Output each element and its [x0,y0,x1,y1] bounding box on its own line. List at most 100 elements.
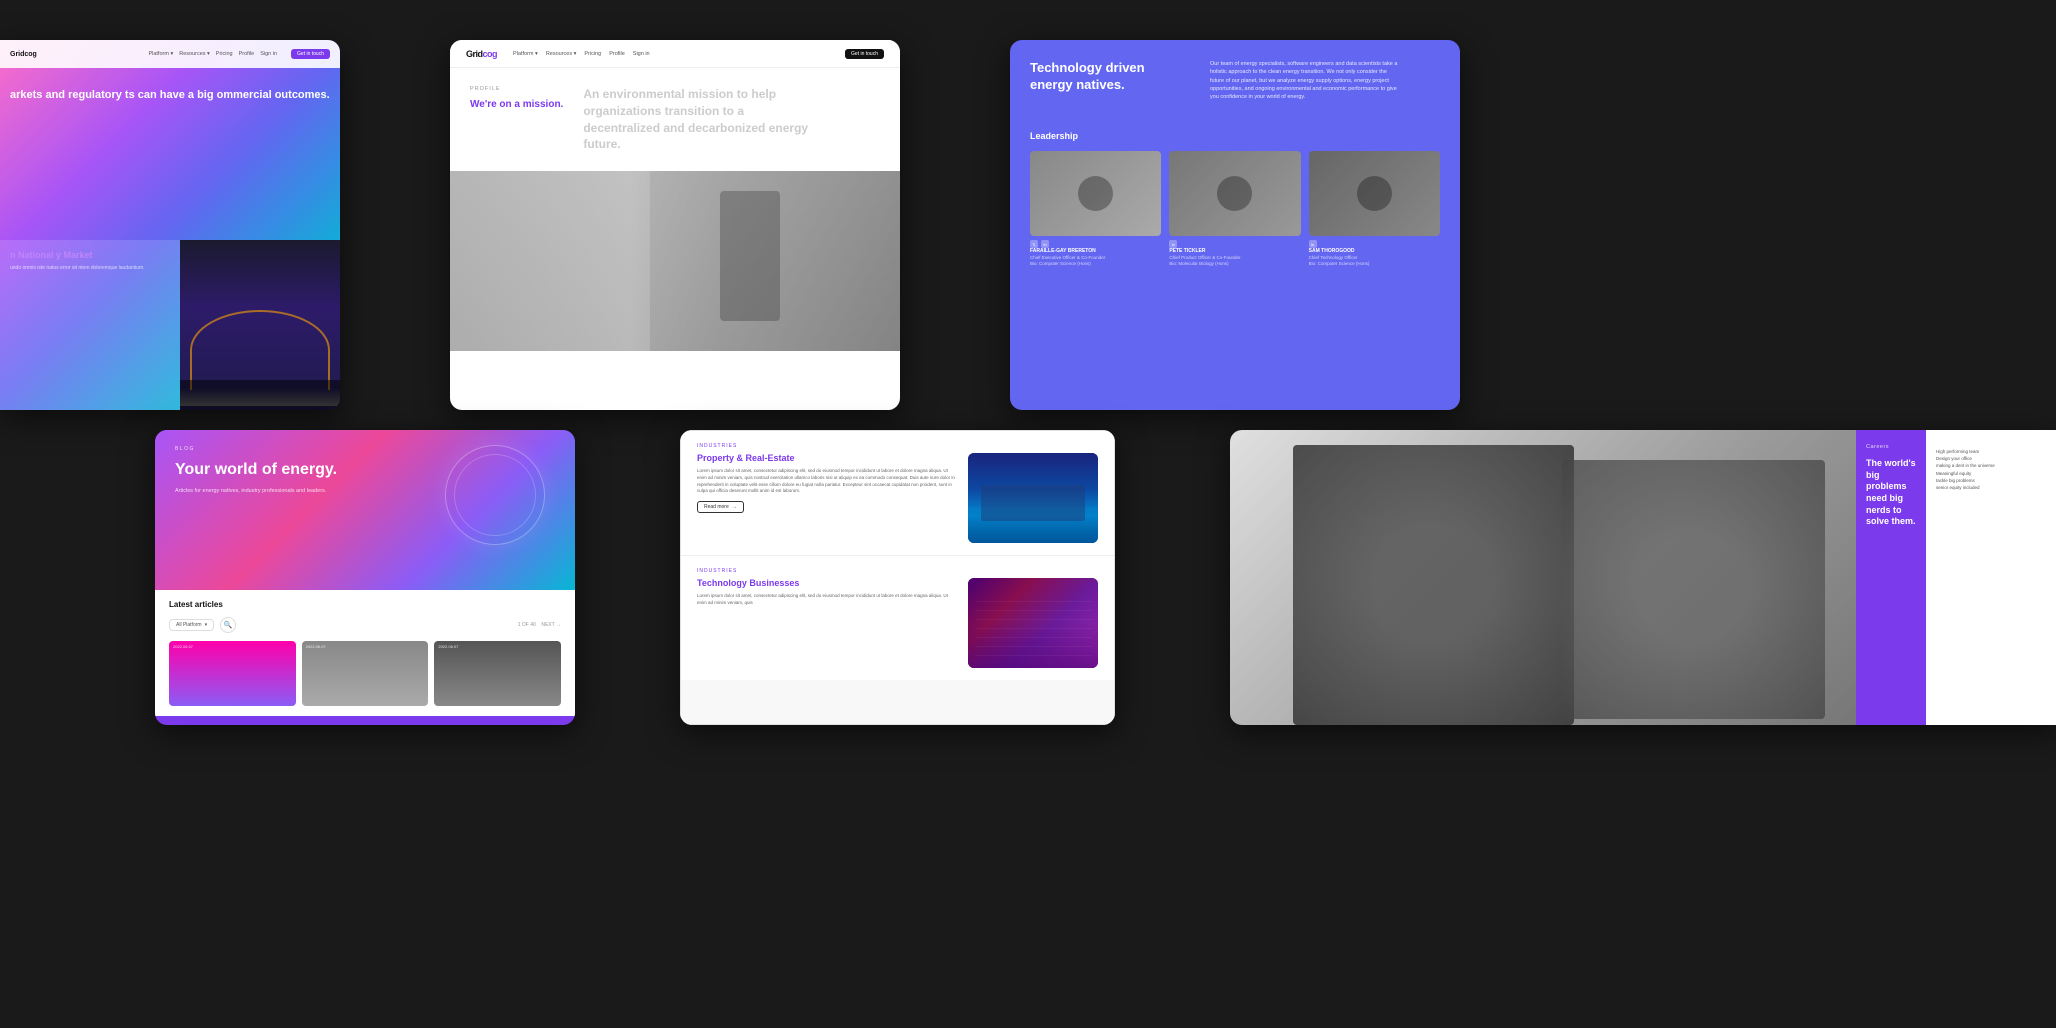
logo-2: Gridcog [466,49,497,59]
industry-label-1: INDUSTRIES [697,443,1098,449]
s2-nav-resources[interactable]: Resources ▾ [546,51,577,57]
nav-right-2: Get in touch [845,49,884,59]
article-card-2[interactable]: 2022.06.07 [302,641,429,706]
card-title-1: n National y Market [10,250,170,261]
industry-image-1 [968,453,1098,543]
screen3-headline: Technology driven energy natives. [1030,60,1190,94]
blog-subtitle: Articles for energy natives, industry pr… [175,487,365,495]
screen-bottom-left: BLOG Your world of energy. Articles for … [155,430,575,725]
article-date-2: 2022.06.07 [306,644,326,649]
careers-headline: The world's big problems need big nerds … [1866,458,1916,528]
pagination: 1 OF 40 NEXT → [518,622,561,628]
person-photo-left [1293,445,1575,725]
careers-list: High performing team Design your office … [1926,430,2056,725]
s2-nav-profile[interactable]: Profile [609,51,625,57]
nav-profile[interactable]: Profile [239,51,255,57]
twitter-icon-1[interactable]: 𝕏 [1030,240,1038,248]
linkedin-icon-2[interactable]: in [1169,240,1177,248]
linkedin-icon-3[interactable]: in [1309,240,1317,248]
filter-label: All Platform [176,622,202,628]
cta-button-1[interactable]: Get in touch [291,49,330,59]
s2-nav-pricing[interactable]: Pricing [584,51,601,57]
industry-section-2: INDUSTRIES Technology Businesses Lorem i… [681,556,1114,680]
industry-text-1: Property & Real-Estate Lorem ipsum dolor… [697,453,956,513]
headline-1: arkets and regulatory ts can have a big … [10,88,330,102]
team-member-1: 𝕏 in FARAILLE-GAY BRERETON Chief Executi… [1030,151,1161,266]
filter-dropdown[interactable]: All Platform ▾ [169,619,214,631]
bridge-image [180,240,340,410]
articles-title: Latest articles [169,600,561,609]
team-member-3: in SAM THOROGOOD Chief Technology Office… [1309,151,1440,266]
read-more-1[interactable]: Read more → [697,501,744,513]
screen-top-right: Technology driven energy natives. Our te… [1010,40,1460,410]
article-card-1[interactable]: 2022.06.07 [169,641,296,706]
articles-section: Latest articles All Platform ▾ 🔍 1 OF 40… [155,590,575,716]
industry-image-2 [968,578,1098,668]
nav-signin[interactable]: Sign in [260,51,277,57]
industry-row-1: Property & Real-Estate Lorem ipsum dolor… [697,453,1098,543]
filter-row: All Platform ▾ 🔍 1 OF 40 NEXT → [169,617,561,633]
nav-pricing[interactable]: Pricing [216,51,233,57]
careers-label: Careers [1866,444,1916,450]
decorative-orb [445,445,545,545]
social-links-1: 𝕏 in [1030,240,1161,248]
person-bio-2: Bio: Molecular Biology (Hons) [1169,261,1300,267]
person-bio-3: Bio: Computer Science (Hons) [1309,261,1440,267]
card-text-1: undo omnis iste natus error sit ntem dol… [10,265,170,272]
careers-purple-bar: Careers The world's big problems need bi… [1856,430,1926,725]
social-links-2: in [1169,240,1300,248]
team-photo-3 [1309,151,1440,236]
person-bio-1: Bio: Computer Science (Hons) [1030,261,1161,267]
industry-title-1: Property & Real-Estate [697,453,956,463]
hero-image-2 [450,171,900,351]
benefit-6: senior equity included [1936,484,2046,491]
leadership-title: Leadership [1030,131,1440,141]
industry-text-2: Technology Businesses Lorem ipsum dolor … [697,578,956,613]
screen-top-left: Gridcog Platform ▾ Resources ▾ Pricing P… [0,40,340,410]
industry-section-1: INDUSTRIES Property & Real-Estate Lorem … [681,431,1114,556]
blog-title: Your world of energy. [175,460,355,479]
team-photo-1 [1030,151,1161,236]
s2-nav-signin[interactable]: Sign in [633,51,650,57]
careers-benefits: High performing team Design your office … [1936,448,2046,491]
social-links-3: in [1309,240,1440,248]
nav-resources[interactable]: Resources ▾ [179,51,210,57]
industry-body-2: Lorem ipsum dolor sit amet, consectetur … [697,593,956,607]
nav-links-1: Platform ▾ Resources ▾ Pricing Profile S… [148,51,277,57]
screen-bottom-center: INDUSTRIES Property & Real-Estate Lorem … [680,430,1115,725]
careers-photo [1230,430,1856,725]
screen3-desc: Our team of energy specialists, software… [1210,60,1400,101]
leadership-section: Leadership 𝕏 in FARAILLE-GAY BRERETON Ch… [1010,121,1460,276]
team-grid: 𝕏 in FARAILLE-GAY BRERETON Chief Executi… [1030,151,1440,266]
article-card-3[interactable]: 2022.06.07 [434,641,561,706]
tagline-2: We're on a mission. [470,98,563,111]
linkedin-icon-1[interactable]: in [1041,240,1049,248]
benefit-2: Design your office [1936,455,2046,462]
screen3-top: Technology driven energy natives. Our te… [1010,40,1460,121]
article-date-1: 2022.06.07 [173,644,193,649]
benefit-4: Meaningful equity [1936,470,2046,477]
nav-bar-1: Gridcog Platform ▾ Resources ▾ Pricing P… [0,40,340,68]
next-button[interactable]: NEXT [541,622,554,628]
benefit-5: tackle big problems [1936,477,2046,484]
industry-title-2: Technology Businesses [697,578,956,588]
s2-nav-platform[interactable]: Platform ▾ [513,51,538,57]
search-button[interactable]: 🔍 [220,617,236,633]
industry-label-2: INDUSTRIES [697,568,1098,574]
article-cards: 2022.06.07 2022.06.07 2022.06.07 [169,641,561,706]
benefit-1: High performing team [1936,448,2046,455]
nav-bar-2: Gridcog Platform ▾ Resources ▾ Pricing P… [450,40,900,68]
nav-links-2: Platform ▾ Resources ▾ Pricing Profile S… [513,51,650,57]
team-member-2: in PETE TICKLER Chief Product Officer & … [1169,151,1300,266]
blog-hero: BLOG Your world of energy. Articles for … [155,430,575,590]
screen-bottom-right: Careers The world's big problems need bi… [1230,430,2056,725]
article-date-3: 2022.06.07 [438,644,458,649]
hero-2: PROFILE We're on a mission. An environme… [450,68,900,171]
person-photo-right [1562,460,1825,720]
nav-platform[interactable]: Platform ▾ [148,51,173,57]
arrow-right-icon: → [732,504,737,510]
s2-cta[interactable]: Get in touch [845,49,884,59]
industry-body-1: Lorem ipsum dolor sit amet, consectetur … [697,468,956,495]
screen-top-center: Gridcog Platform ▾ Resources ▾ Pricing P… [450,40,900,410]
page-label-2: PROFILE [470,86,563,92]
